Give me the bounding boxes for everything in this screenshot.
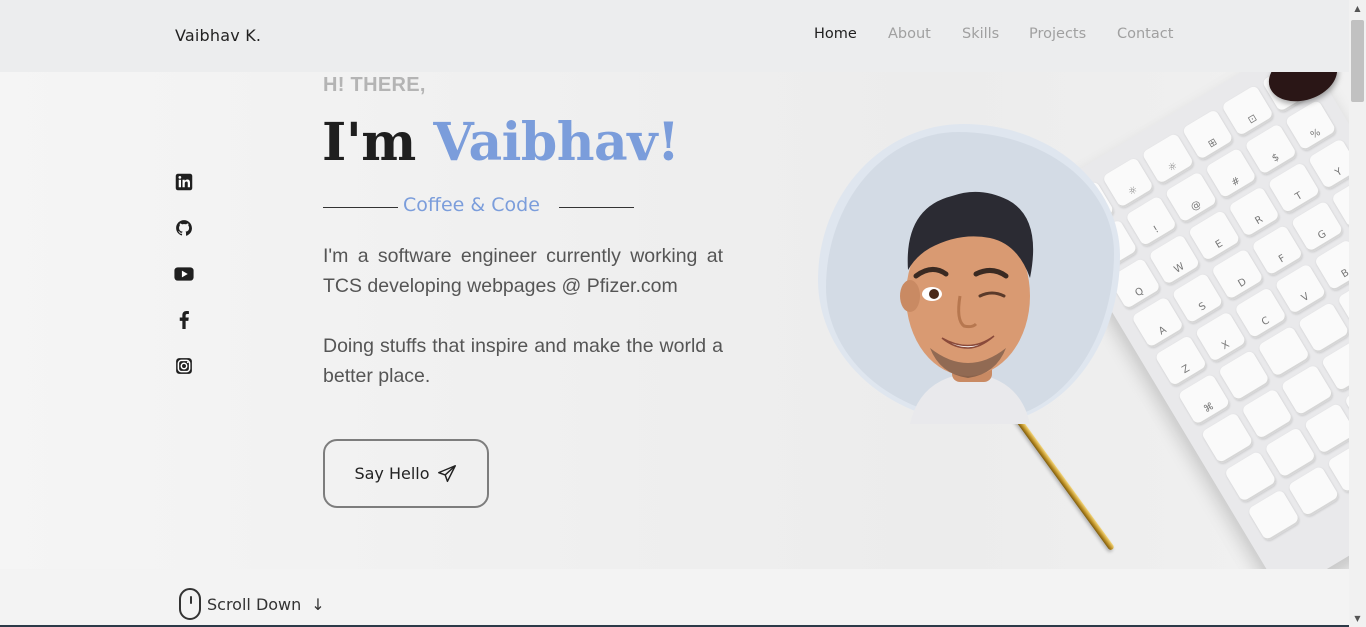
nav-about[interactable]: About (888, 26, 931, 42)
youtube-icon[interactable] (174, 264, 194, 284)
nav-home[interactable]: Home (814, 26, 857, 42)
mouse-icon (179, 588, 201, 620)
nav-contact[interactable]: Contact (1117, 26, 1173, 42)
page: esc☼☼⊞⊡▥ ~!@#$% QWERTY ASDFGH ZXCVBN ⌘M … (0, 0, 1366, 627)
send-icon (437, 464, 456, 482)
arrow-down-icon: ↓ (311, 594, 325, 614)
say-hello-label: Say Hello (354, 464, 430, 483)
hero-title-prefix: I'm (322, 112, 434, 173)
hero-title-name: Vaibhav! (433, 112, 680, 173)
brand-logo[interactable]: Vaibhav K. (175, 26, 261, 45)
linkedin-icon[interactable] (174, 172, 194, 192)
page-scrollbar[interactable]: ▲ ▼ (1349, 0, 1366, 627)
scroll-down-link[interactable]: Scroll Down ↓ (179, 587, 325, 621)
say-hello-button[interactable]: Say Hello (323, 439, 489, 508)
scroll-down-arrow-icon[interactable]: ▼ (1349, 610, 1366, 627)
facebook-icon[interactable] (174, 310, 194, 330)
tagline-divider-left (323, 207, 398, 208)
nav-skills[interactable]: Skills (962, 26, 999, 42)
instagram-icon[interactable] (174, 356, 194, 376)
github-icon[interactable] (174, 218, 194, 238)
hero-description: I'm a software engineer currently workin… (323, 245, 723, 297)
nav-projects[interactable]: Projects (1029, 26, 1086, 42)
hero-tagline-row: Coffee & Code (323, 193, 643, 221)
site-header: Vaibhav K. Home About Skills Projects Co… (0, 0, 1349, 72)
hero-mission: Doing stuffs that inspire and make the w… (323, 335, 723, 387)
scrollbar-thumb[interactable] (1351, 20, 1364, 102)
tagline-divider-right (559, 207, 634, 208)
scroll-down-label: Scroll Down (207, 594, 302, 614)
hero-title: I'm Vaibhav! (322, 112, 680, 173)
scroll-up-arrow-icon[interactable]: ▲ (1349, 0, 1366, 17)
hero-greeting: H! THERE, (323, 74, 426, 96)
hero-tagline: Coffee & Code (403, 194, 540, 216)
keyboard-image: esc☼☼⊞⊡▥ ~!@#$% QWERTY ASDFGH ZXCVBN ⌘M … (1040, 72, 1349, 569)
avatar-image (900, 191, 1034, 424)
